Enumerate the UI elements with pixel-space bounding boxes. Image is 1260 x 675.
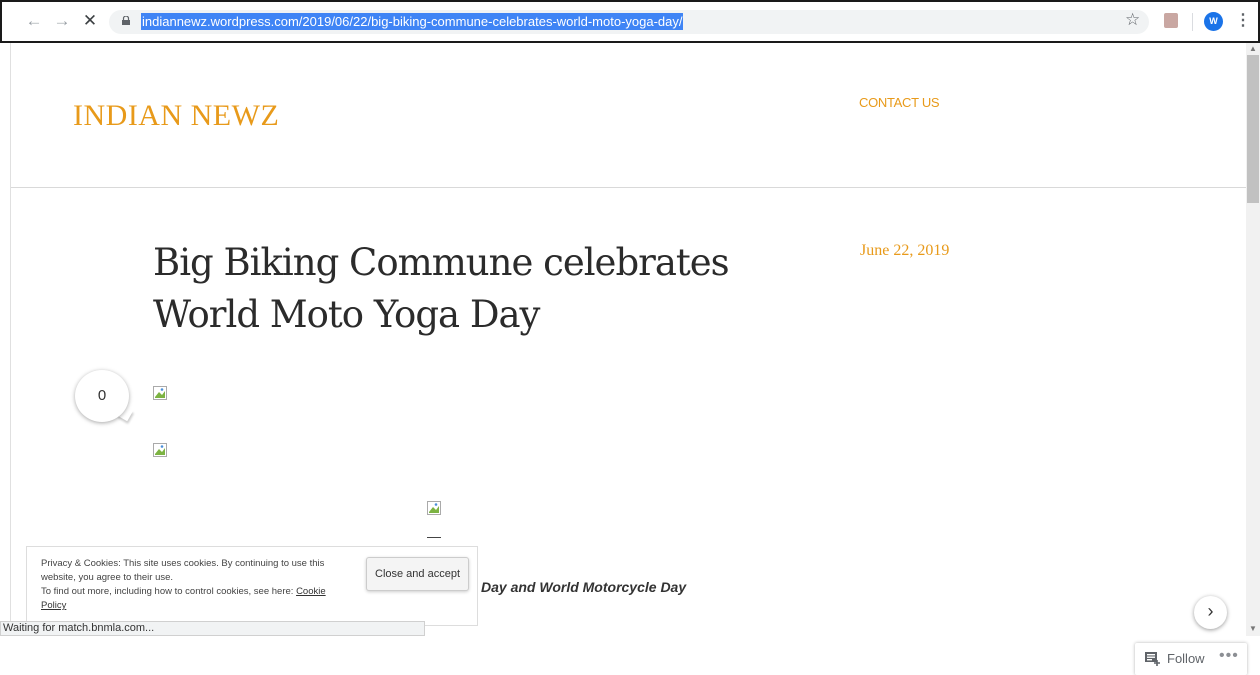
back-arrow-icon[interactable]: ← — [24, 11, 44, 31]
content-dash — [427, 537, 441, 538]
comment-count-bubble[interactable]: 0 — [75, 370, 129, 422]
site-title[interactable]: INDIAN NEWZ — [73, 99, 279, 133]
follow-icon — [1145, 652, 1160, 666]
broken-image-icon — [153, 386, 167, 400]
stop-loading-icon[interactable]: ✕ — [80, 11, 100, 31]
broken-image-icon — [153, 443, 167, 457]
pdf-extension-icon[interactable] — [1164, 13, 1178, 28]
post-subline: Day and World Motorcycle Day — [481, 579, 687, 595]
post-title: Big Biking Commune celebrates World Moto… — [153, 241, 730, 336]
scroll-down-icon[interactable]: ▼ — [1249, 624, 1257, 633]
page-content: INDIAN NEWZ CONTACT US Big Biking Commun… — [10, 43, 1247, 675]
header-divider — [11, 187, 1247, 188]
lock-icon — [122, 16, 130, 25]
toolbar-divider — [1192, 13, 1193, 31]
follow-button[interactable]: Follow ••• — [1135, 643, 1247, 675]
cookie-message: Privacy & Cookies: This site uses cookie… — [41, 557, 341, 613]
scroll-up-icon[interactable]: ▲ — [1249, 44, 1257, 53]
cookie-more-text: To find out more, including how to contr… — [41, 586, 294, 597]
status-bar: Waiting for match.bnmla.com... — [0, 621, 425, 636]
forward-arrow-icon[interactable]: → — [52, 11, 72, 31]
close-and-accept-button[interactable]: Close and accept — [366, 557, 469, 591]
broken-image-icon — [427, 501, 441, 515]
follow-label[interactable]: Follow — [1167, 651, 1205, 666]
cookie-banner: Privacy & Cookies: This site uses cookie… — [26, 546, 478, 626]
browser-toolbar: ← → ✕ indiannewz.wordpress.com/2019/06/2… — [0, 0, 1260, 43]
url-text[interactable]: indiannewz.wordpress.com/2019/06/22/big-… — [141, 13, 684, 30]
menu-kebab-icon[interactable]: ⋮ — [1235, 10, 1251, 30]
follow-more-icon[interactable]: ••• — [1219, 647, 1239, 665]
post-date[interactable]: June 22, 2019 — [860, 242, 949, 260]
address-bar[interactable]: indiannewz.wordpress.com/2019/06/22/big-… — [109, 10, 1149, 34]
bookmark-star-icon[interactable]: ☆ — [1125, 10, 1140, 30]
next-post-chevron-icon[interactable]: › — [1194, 596, 1227, 629]
cookie-text: Privacy & Cookies: This site uses cookie… — [41, 558, 325, 583]
scrollbar-thumb[interactable] — [1247, 55, 1259, 203]
profile-avatar[interactable]: W — [1204, 12, 1223, 31]
nav-contact-us[interactable]: CONTACT US — [859, 95, 940, 110]
